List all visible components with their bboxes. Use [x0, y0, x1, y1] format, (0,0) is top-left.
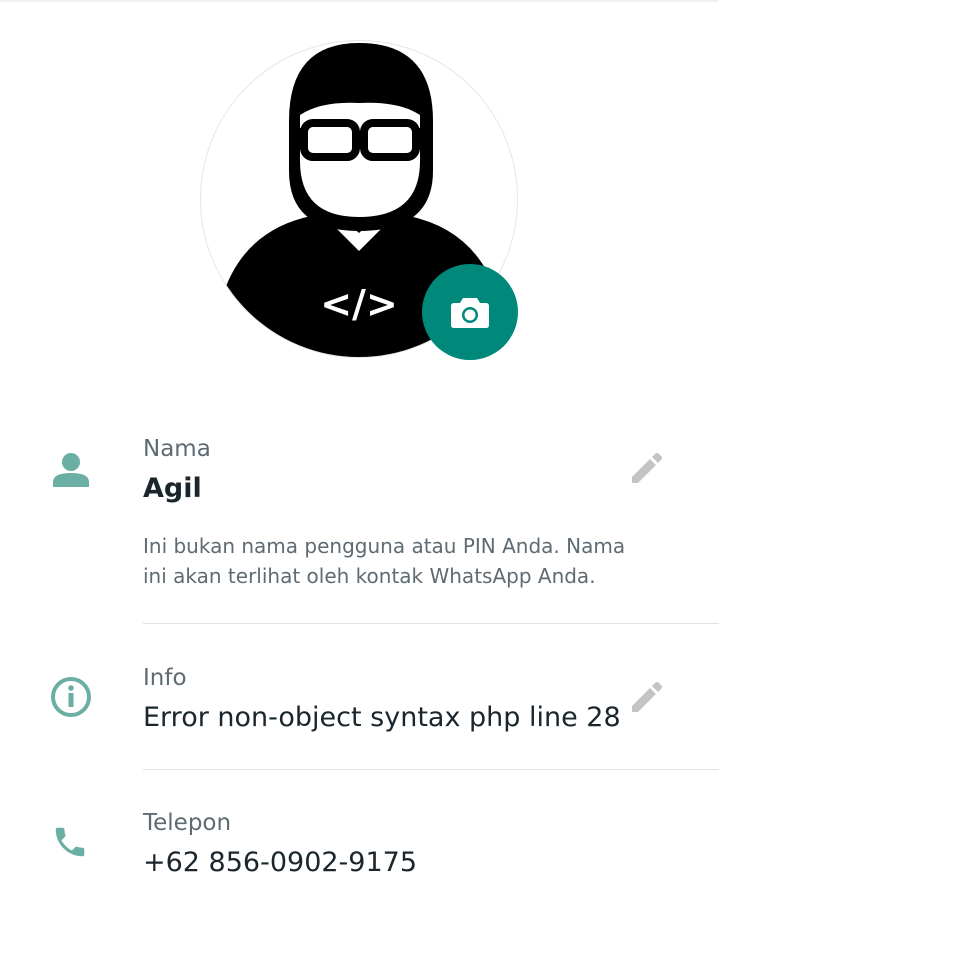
pencil-icon [632, 682, 662, 712]
phone-label: Telepon [143, 810, 232, 836]
top-divider [0, 0, 718, 2]
person-icon [50, 448, 92, 490]
avatar-code-glyph: </> [320, 282, 398, 326]
name-label: Nama [143, 436, 211, 462]
info-icon [49, 675, 93, 719]
name-hint-text: Ini bukan nama pengguna atau PIN Anda. N… [143, 534, 626, 588]
change-photo-button[interactable] [422, 264, 518, 360]
edit-name-button[interactable] [627, 448, 667, 488]
pencil-icon [632, 453, 662, 483]
section-divider [143, 769, 719, 770]
name-value: Agil [143, 473, 202, 504]
section-divider [143, 623, 719, 624]
edit-info-button[interactable] [627, 677, 667, 717]
phone-value: +62 856-0902-9175 [143, 847, 418, 878]
info-label: Info [143, 665, 187, 691]
info-value: Error non-object syntax php line 28 [143, 702, 621, 733]
profile-photo-container: </> [200, 40, 518, 360]
phone-icon [50, 822, 90, 862]
camera-icon [451, 298, 489, 328]
